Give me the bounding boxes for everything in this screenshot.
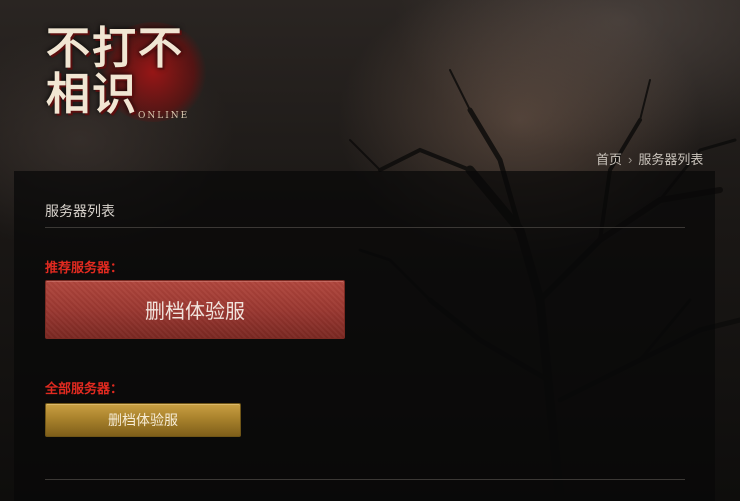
footer-divider	[45, 479, 685, 480]
title-divider	[45, 227, 685, 228]
recommended-server-button[interactable]: 删档体验服	[45, 280, 345, 339]
breadcrumb-current: 服务器列表	[638, 152, 704, 167]
chevron-right-icon: ›	[628, 152, 633, 167]
logo-title: 不打不相识	[46, 23, 184, 120]
server-list-panel: 服务器列表 推荐服务器： 删档体验服 全部服务器： 删档体验服	[14, 171, 715, 501]
breadcrumb: 首页 › 服务器列表	[596, 149, 703, 168]
logo-subtitle: ONLINE	[138, 111, 190, 121]
page-title: 服务器列表	[45, 203, 115, 219]
game-logo[interactable]: 不打不相识 ONLINE	[38, 18, 228, 130]
server-button[interactable]: 删档体验服	[45, 403, 241, 437]
all-servers-label: 全部服务器：	[45, 381, 124, 396]
breadcrumb-home-link[interactable]: 首页	[596, 152, 622, 167]
recommended-servers-label: 推荐服务器：	[45, 260, 124, 275]
